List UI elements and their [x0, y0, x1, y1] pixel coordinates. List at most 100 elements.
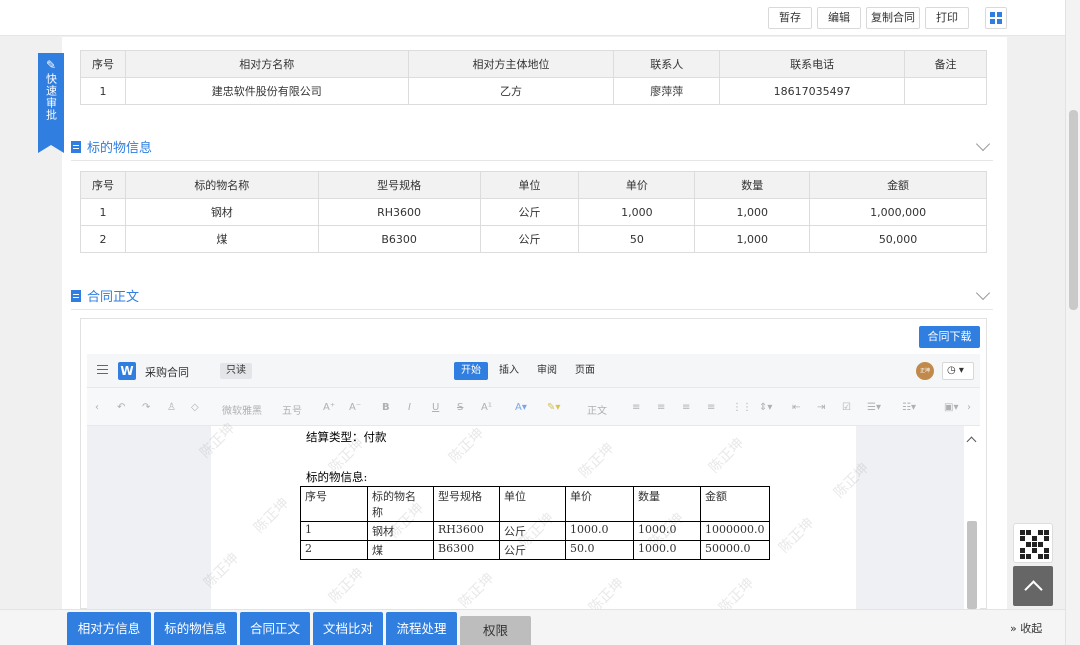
document-table: 序号 标的物名 称 型号规格 单位 单价 数量 金额 1 钢材 RH3600 公…	[300, 486, 770, 560]
table-cell: 50	[578, 225, 696, 253]
wps-logo-icon: W	[118, 362, 136, 380]
avatar[interactable]: 正坤	[916, 362, 934, 380]
table-cell: 1000000.0	[700, 521, 770, 541]
table-header: 标的物名 称	[367, 486, 434, 522]
tab-permissions[interactable]: 权限	[460, 616, 531, 645]
grow-font-icon[interactable]: A⁺	[323, 402, 335, 413]
subject-table: 序号 标的物名称 型号规格 单位 单价 数量 金额 1 钢材 RH3600 公斤…	[80, 171, 987, 253]
menu-icon[interactable]	[97, 365, 108, 374]
table-header: 金额	[809, 171, 987, 199]
quick-approve-ribbon[interactable]: ✎ 快速审批	[38, 53, 64, 153]
history-dropdown[interactable]: ◷ ▾	[942, 362, 974, 380]
page-scrollbar[interactable]	[1065, 0, 1080, 645]
table-cell: 公斤	[499, 521, 566, 541]
chevron-left-icon[interactable]: ‹	[95, 402, 99, 413]
editor-header: W 采购合同 只读 开始 插入 审阅 页面 正坤 ◷ ▾	[87, 354, 980, 388]
tab-document-compare[interactable]: 文档比对	[313, 612, 383, 645]
table-cell: 建忠软件股份有限公司	[124, 77, 409, 105]
highlight-icon[interactable]: ✎▾	[547, 402, 560, 413]
table-header-row: 序号 标的物名称 型号规格 单位 单价 数量 金额	[80, 171, 987, 199]
tab-page[interactable]: 页面	[568, 362, 602, 380]
tab-start[interactable]: 开始	[454, 362, 488, 380]
table-cell: 2	[80, 225, 126, 253]
back-to-top-button[interactable]	[1013, 566, 1053, 606]
outdent-icon[interactable]: ⇤	[792, 402, 800, 413]
apps-grid-icon[interactable]	[985, 7, 1007, 29]
contract-section-label: 合同正文	[87, 290, 140, 305]
table-header: 相对方主体地位	[407, 50, 615, 78]
table-cell: 公斤	[479, 225, 580, 253]
shrink-font-icon[interactable]: A⁻	[349, 402, 361, 413]
strikethrough-icon[interactable]: S	[457, 402, 463, 413]
table-cell: 钢材	[124, 198, 319, 226]
eraser-icon[interactable]: ◇	[191, 402, 199, 413]
table-cell: 2	[300, 540, 368, 560]
line-spacing-icon[interactable]: ⇕▾	[759, 402, 772, 413]
contract-section-title[interactable]: 合同正文	[71, 286, 139, 305]
table-cell: 钢材	[367, 521, 434, 541]
qr-code-icon[interactable]	[1013, 523, 1053, 563]
bullet-list-icon[interactable]: ☰▾	[867, 402, 881, 413]
table-cell: 1,000,000	[809, 198, 987, 226]
undo-icon[interactable]: ↶	[117, 402, 125, 413]
save-draft-button[interactable]: 暂存	[768, 7, 812, 29]
align-center-icon[interactable]: ≡	[657, 402, 665, 413]
table-header: 联系人	[613, 50, 721, 78]
document-icon	[71, 289, 81, 302]
image-icon[interactable]: ▣▾	[944, 402, 958, 413]
page-scrollbar-thumb[interactable]	[1069, 110, 1078, 310]
justify-icon[interactable]: ≡	[707, 402, 715, 413]
chevron-right-icon[interactable]: ›	[967, 402, 971, 413]
edit-button[interactable]: 编辑	[817, 7, 861, 29]
font-name-select[interactable]: 微软雅黑	[222, 402, 262, 417]
table-row: 1 钢材 RH3600 公斤 1000.0 1000.0 1000000.0	[300, 521, 770, 541]
format-painter-icon[interactable]: ♙	[167, 402, 176, 413]
table-header: 标的物名称	[124, 171, 319, 199]
style-select[interactable]: 正文	[587, 402, 607, 417]
document-scrollbar[interactable]	[964, 426, 980, 609]
table-cell: RH3600	[317, 198, 481, 226]
indent-icon[interactable]: ⇥	[817, 402, 825, 413]
table-cell: 1	[300, 521, 368, 541]
distributed-icon[interactable]: ⋮⋮	[732, 402, 752, 413]
underline-icon[interactable]: U	[432, 402, 439, 413]
tab-counterparty-info[interactable]: 相对方信息	[67, 612, 151, 645]
editor-tabs: 开始 插入 审阅 页面	[454, 362, 602, 380]
redo-icon[interactable]: ↷	[142, 402, 150, 413]
collapse-button[interactable]: » 收起	[1010, 620, 1042, 636]
subject-section-title[interactable]: 标的物信息	[71, 137, 152, 156]
italic-icon[interactable]: I	[408, 402, 411, 413]
table-cell: RH3600	[433, 521, 500, 541]
table-header: 序号	[80, 171, 126, 199]
font-color-icon[interactable]: A▾	[515, 402, 527, 413]
table-cell: 煤	[124, 225, 319, 253]
tab-review[interactable]: 审阅	[530, 362, 564, 380]
tab-insert[interactable]: 插入	[492, 362, 526, 380]
checkbox-icon[interactable]: ☑	[842, 402, 851, 413]
contract-download-button[interactable]: 合同下载	[919, 326, 980, 348]
table-header: 单价	[565, 486, 634, 522]
document-icon	[71, 140, 81, 153]
table-cell: 1000.0	[633, 540, 701, 560]
copy-contract-button[interactable]: 复制合同	[866, 7, 920, 29]
document-scrollbar-thumb[interactable]	[967, 521, 977, 609]
table-cell: 50000.0	[700, 540, 770, 560]
table-header: 序号	[80, 50, 126, 78]
align-right-icon[interactable]: ≡	[682, 402, 690, 413]
table-cell: 18617035497	[719, 77, 906, 105]
tab-subject-info[interactable]: 标的物信息	[154, 612, 237, 645]
align-left-icon[interactable]: ≡	[632, 402, 640, 413]
table-cell: 1000.0	[565, 521, 634, 541]
chevron-up-icon[interactable]	[966, 436, 977, 447]
font-size-select[interactable]: 五号	[282, 402, 302, 417]
top-toolbar: 暂存 编辑 复制合同 打印	[0, 0, 1065, 36]
tab-workflow[interactable]: 流程处理	[386, 612, 457, 645]
print-button[interactable]: 打印	[925, 7, 969, 29]
table-cell: 1,000	[578, 198, 696, 226]
table-header: 联系电话	[719, 50, 906, 78]
tab-contract-body[interactable]: 合同正文	[240, 612, 310, 645]
superscript-icon[interactable]: A¹	[481, 402, 492, 413]
numbered-list-icon[interactable]: ☷▾	[902, 402, 916, 413]
table-header: 序号	[300, 486, 368, 522]
bold-icon[interactable]: B	[382, 402, 390, 413]
